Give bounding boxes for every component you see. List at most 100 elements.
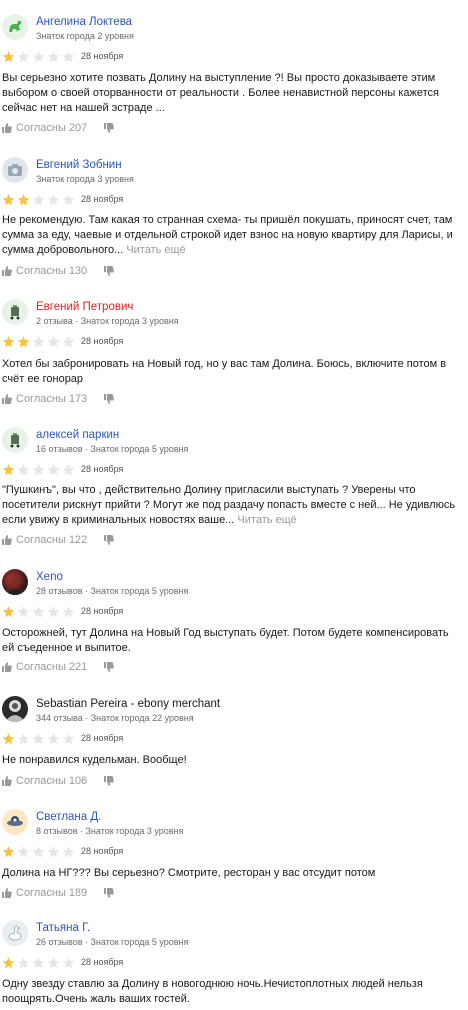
star-empty-icon xyxy=(62,733,75,745)
photo-avatar-icon xyxy=(5,700,25,722)
star-filled-icon xyxy=(2,606,15,618)
review-text-body: Одну звезду ставлю за Долину в новогодню… xyxy=(2,978,423,1005)
thumb-down-icon[interactable] xyxy=(104,394,114,404)
camera-avatar-icon xyxy=(8,164,22,176)
agree-button[interactable]: Согласны 130 xyxy=(2,265,87,277)
avatar[interactable] xyxy=(2,14,28,40)
avatar[interactable] xyxy=(2,569,28,595)
review-date: 28 ноября xyxy=(81,464,124,474)
agree-button[interactable]: Согласны 207 xyxy=(2,122,87,134)
star-filled-icon xyxy=(2,957,15,969)
star-empty-icon xyxy=(17,606,30,618)
author-name[interactable]: Sebastian Pereira - ebony merchant xyxy=(36,697,220,711)
thumb-down-icon[interactable] xyxy=(104,535,114,545)
trolley-avatar-icon xyxy=(10,305,20,320)
author-name[interactable]: Ангелина Локтева xyxy=(36,15,132,29)
star-empty-icon xyxy=(47,51,60,63)
thumb-up-icon xyxy=(2,776,12,786)
star-empty-icon xyxy=(47,957,60,969)
review-text-body: Осторожней, тут Долина на Новый Год выст… xyxy=(2,627,449,654)
star-empty-icon xyxy=(32,846,45,858)
review-date: 28 ноября xyxy=(81,606,124,616)
star-filled-icon xyxy=(2,733,15,745)
dinosaur-avatar-icon xyxy=(9,21,21,32)
avatar[interactable] xyxy=(2,809,28,835)
agree-count: Согласны 189 xyxy=(16,887,88,899)
avatar[interactable] xyxy=(2,427,28,453)
read-more-link[interactable]: Читать ещё xyxy=(126,244,185,256)
thumb-down-icon[interactable] xyxy=(104,888,114,898)
rating-stars xyxy=(1,335,76,349)
author-name[interactable]: Светлана Д. xyxy=(36,810,101,824)
star-empty-icon xyxy=(32,957,45,969)
author-name[interactable]: Xeno xyxy=(36,570,63,584)
agree-count: Согласны 130 xyxy=(16,265,88,277)
thumb-up-icon xyxy=(2,888,12,898)
agree-count: Согласны 122 xyxy=(16,534,88,546)
agree-button[interactable]: Согласны 106 xyxy=(2,775,87,787)
author-meta: 28 отзывов · Знаток города 5 уровня xyxy=(36,586,189,596)
avatar[interactable] xyxy=(2,157,28,183)
review-text: "Пушкинъ", вы что , действительно Долину… xyxy=(2,483,460,528)
trolley-avatar-icon xyxy=(10,433,20,448)
rating-stars xyxy=(1,463,76,477)
review-text-body: Долина на НГ??? Вы серьезно? Смотрите, р… xyxy=(2,867,376,879)
agree-count: Согласны 221 xyxy=(16,661,88,673)
agree-count: Согласны 173 xyxy=(16,393,88,405)
read-more-link[interactable]: Читать ещё xyxy=(237,514,296,526)
author-name[interactable]: Евгений Зобнин xyxy=(36,158,122,172)
thumb-up-icon xyxy=(2,535,12,545)
review-date: 28 ноября xyxy=(81,51,124,61)
star-empty-icon xyxy=(17,51,30,63)
rating-stars xyxy=(1,732,76,746)
thumb-down-icon[interactable] xyxy=(104,776,114,786)
review-text-body: Не понравился кудельман. Вообще! xyxy=(2,754,187,766)
star-empty-icon xyxy=(17,464,30,476)
star-filled-icon xyxy=(2,846,15,858)
review-date: 28 ноября xyxy=(81,336,124,346)
rating-stars xyxy=(1,193,76,207)
star-empty-icon xyxy=(32,51,45,63)
author-meta: 2 отзыва · Знаток города 3 уровня xyxy=(36,316,179,326)
avatar[interactable] xyxy=(2,696,28,722)
star-empty-icon xyxy=(62,336,75,348)
author-name[interactable]: Евгений Петрович xyxy=(36,300,133,314)
author-name[interactable]: Татьяна Г. xyxy=(36,921,90,935)
goose-avatar-icon xyxy=(8,925,22,941)
star-empty-icon xyxy=(47,464,60,476)
agree-button[interactable]: Согласны 122 xyxy=(2,534,87,546)
star-filled-icon xyxy=(2,194,15,206)
review-text-body: "Пушкинъ", вы что , действительно Долину… xyxy=(2,484,456,526)
star-empty-icon xyxy=(47,194,60,206)
thumb-down-icon[interactable] xyxy=(104,123,114,133)
agree-button[interactable]: Согласны 189 xyxy=(2,887,87,899)
agree-count: Согласны 207 xyxy=(16,122,88,134)
avatar[interactable] xyxy=(2,299,28,325)
avatar[interactable] xyxy=(2,920,28,946)
review-text-body: Вы серьезно хотите позвать Долину на выс… xyxy=(2,72,439,114)
star-empty-icon xyxy=(17,733,30,745)
star-empty-icon xyxy=(62,606,75,618)
author-meta: Знаток города 3 уровня xyxy=(36,174,134,184)
star-empty-icon xyxy=(32,464,45,476)
thumb-up-icon xyxy=(2,123,12,133)
review-date: 28 ноября xyxy=(81,733,124,743)
thumb-down-icon[interactable] xyxy=(104,266,114,276)
star-empty-icon xyxy=(47,336,60,348)
author-name[interactable]: алексей паркин xyxy=(36,428,119,442)
review-text-body: Хотел бы забронировать на Новый год, но … xyxy=(2,358,447,385)
author-meta: 16 отзывов · Знаток города 5 уровня xyxy=(36,444,189,454)
star-empty-icon xyxy=(62,957,75,969)
rating-stars xyxy=(1,50,76,64)
review-date: 28 ноября xyxy=(81,194,124,204)
review-date: 28 ноября xyxy=(81,957,124,967)
star-empty-icon xyxy=(62,464,75,476)
rating-stars xyxy=(1,605,76,619)
thumb-down-icon[interactable] xyxy=(104,662,114,672)
star-empty-icon xyxy=(17,846,30,858)
photo-avatar-icon xyxy=(6,575,24,595)
review-date: 28 ноября xyxy=(81,846,124,856)
review-text: Не понравился кудельман. Вообще! xyxy=(2,753,460,768)
agree-button[interactable]: Согласны 173 xyxy=(2,393,87,405)
agree-button[interactable]: Согласны 221 xyxy=(2,661,87,673)
